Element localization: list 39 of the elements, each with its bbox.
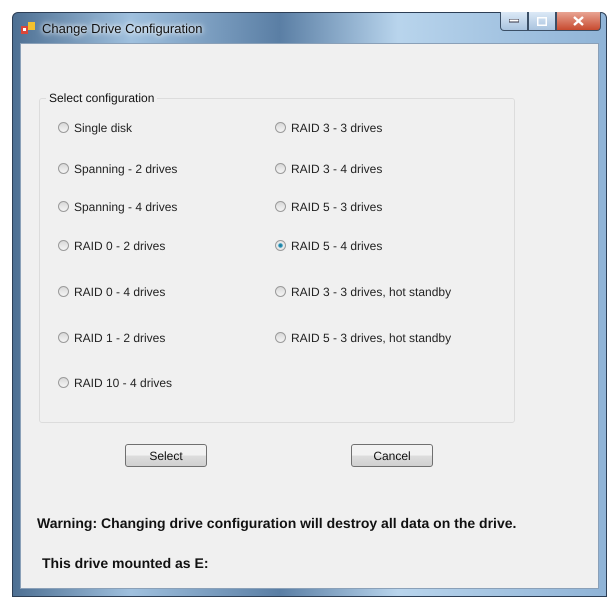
radio-option[interactable]: RAID 0 - 2 drives [58,239,257,255]
cancel-button[interactable]: Cancel [351,444,433,467]
radio-option[interactable]: Single disk [58,121,257,137]
radio-option[interactable]: RAID 0 - 4 drives [58,285,257,301]
radio-option[interactable]: RAID 3 - 3 drives, hot standby [275,285,514,301]
select-button[interactable]: Select [125,444,207,467]
option-label: RAID 0 - 4 drives [74,285,166,299]
radio-option[interactable]: Spanning - 2 drives [58,162,257,178]
option-label: RAID 3 - 3 drives, hot standby [291,285,452,299]
option-label: RAID 1 - 2 drives [74,331,166,345]
radio-option[interactable]: RAID 5 - 4 drives [275,239,514,255]
group-title: Select configuration [48,91,156,105]
minimize-icon [509,19,519,23]
maximize-icon [537,16,547,26]
option-label: RAID 3 - 3 drives [291,121,382,135]
radio-option[interactable]: RAID 3 - 4 drives [275,162,514,178]
option-label: RAID 3 - 4 drives [291,162,382,176]
radio-option[interactable]: RAID 5 - 3 drives [275,200,514,216]
app-icon [20,21,36,35]
option-label: Single disk [74,121,132,135]
option-label: RAID 5 - 4 drives [291,239,382,253]
maximize-button[interactable] [528,12,556,31]
close-button[interactable] [556,12,601,31]
window-title: Change Drive Configuration [42,20,202,36]
option-label: RAID 10 - 4 drives [74,376,172,390]
option-label: RAID 5 - 3 drives, hot standby [291,331,452,345]
radio-option[interactable]: RAID 5 - 3 drives, hot standby [275,331,514,347]
radio-option[interactable]: RAID 1 - 2 drives [58,331,257,347]
minimize-button[interactable] [500,12,528,31]
option-label: RAID 0 - 2 drives [74,239,166,253]
mount-info: This drive mounted as E: [42,555,210,571]
radio-option[interactable]: Spanning - 4 drives [58,200,257,216]
close-icon [573,16,584,26]
option-label: Spanning - 2 drives [74,162,178,176]
option-label: Spanning - 4 drives [74,200,178,214]
radio-option[interactable]: RAID 10 - 4 drives [58,376,257,392]
option-label: RAID 5 - 3 drives [291,200,382,214]
radio-option[interactable]: RAID 3 - 3 drives [275,121,514,137]
warning-text: Warning: Changing drive configuration will destroy all data on the drive. [37,515,518,531]
